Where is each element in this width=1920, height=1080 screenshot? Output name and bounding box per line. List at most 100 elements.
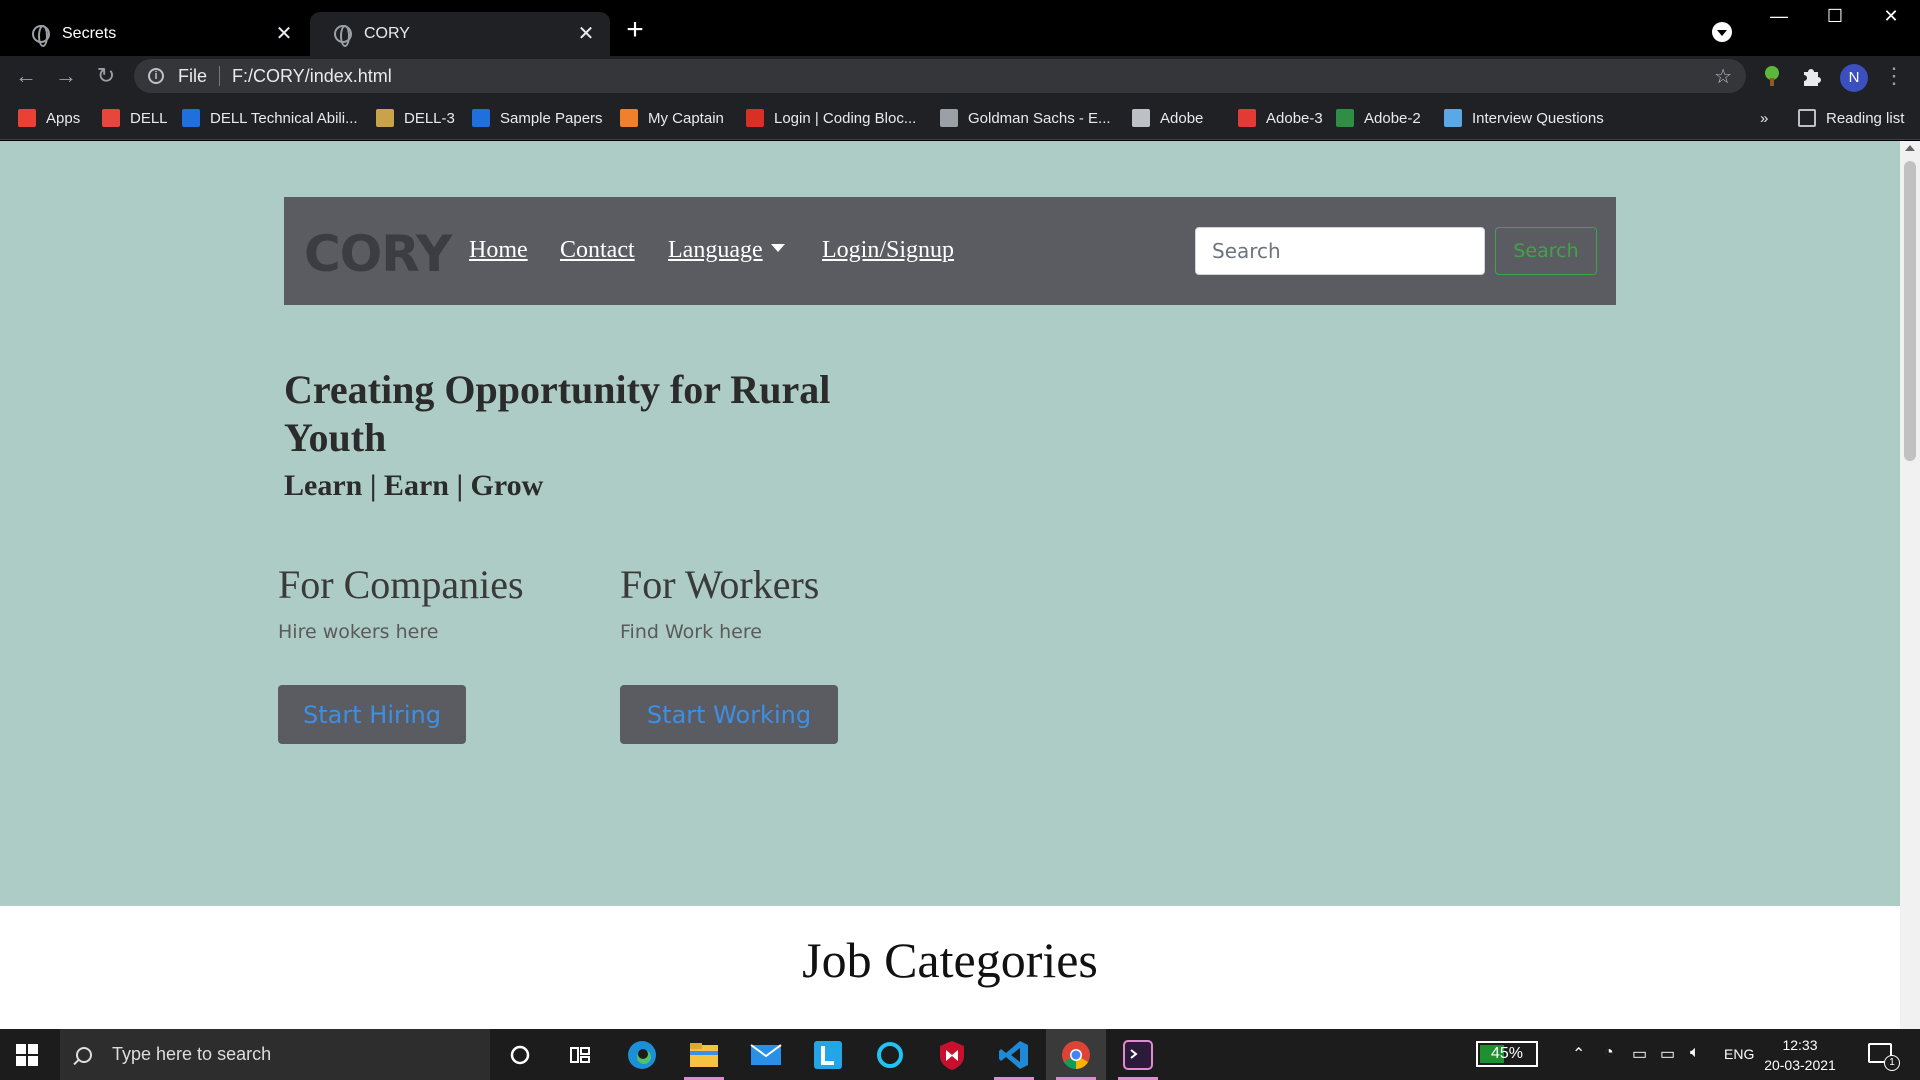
minimize-icon[interactable]: — (1756, 6, 1802, 27)
ib-icon (1444, 109, 1462, 127)
bookmarks-bar: » Reading list Apps DELL DELL Technical Ab… (0, 96, 1920, 140)
alexa-icon[interactable] (860, 1029, 920, 1080)
globe-icon (32, 25, 50, 47)
mcafee-icon[interactable] (922, 1029, 982, 1080)
dell3-icon (376, 109, 394, 127)
chevron-up-icon[interactable]: ⌃ (1572, 1044, 1585, 1064)
meet-now-icon[interactable]: ▭ (1632, 1044, 1647, 1064)
tab-search-icon[interactable] (1712, 22, 1732, 42)
bookmark-label: Sample Papers (500, 109, 603, 127)
bookmark-item[interactable]: Goldman Sachs - E... (940, 107, 1111, 129)
bookmark-star-icon[interactable]: ☆ (1714, 64, 1732, 89)
bookmark-item[interactable]: Adobe-2 (1336, 107, 1421, 129)
language-indicator[interactable]: ENG (1724, 1046, 1754, 1062)
bookmark-item[interactable]: DELL-3 (376, 107, 455, 129)
more-bookmarks-button[interactable]: » (1760, 107, 1768, 129)
bookmark-label: Adobe-3 (1266, 109, 1323, 127)
nav-home-link[interactable]: Home (469, 237, 528, 264)
extensions-puzzle-icon[interactable] (1800, 64, 1824, 88)
terminal-icon[interactable] (1108, 1029, 1168, 1080)
close-tab-icon[interactable]: ✕ (576, 24, 596, 44)
maximize-icon[interactable]: ☐ (1812, 6, 1858, 27)
bookmark-item[interactable]: DELL Technical Abili... (182, 107, 358, 129)
page-icon (1132, 109, 1150, 127)
bookmark-label: My Captain (648, 109, 724, 127)
mail-icon[interactable] (736, 1029, 796, 1080)
battery-tray-icon[interactable]: ▭ (1660, 1044, 1675, 1064)
reload-icon[interactable]: ↻ (92, 62, 120, 90)
battery-indicator[interactable]: 45% (1476, 1041, 1538, 1067)
tab-cory[interactable]: CORY ✕ (310, 12, 610, 56)
reading-list-button[interactable]: Reading list (1798, 107, 1904, 129)
new-tab-button[interactable]: + (620, 15, 650, 46)
edge-browser-icon[interactable] (612, 1029, 672, 1080)
site-brand[interactable]: CORY (304, 225, 452, 283)
nav-contact-link[interactable]: Contact (560, 237, 635, 264)
job-categories-heading: Job Categories (802, 932, 1098, 988)
start-hiring-button[interactable]: Start Hiring (278, 685, 466, 744)
search-icon (76, 1046, 92, 1063)
gfg-icon (1336, 109, 1354, 127)
bookmark-item[interactable]: Interview Questions (1444, 107, 1604, 129)
bookmark-label: Login | Coding Bloc... (774, 109, 917, 127)
scroll-up-arrow-icon[interactable] (1905, 145, 1915, 151)
nav-login-link[interactable]: Login/Signup (822, 237, 954, 264)
bookmark-item[interactable]: Apps (18, 107, 80, 129)
reading-list-label: Reading list (1826, 109, 1905, 127)
mountain-icon (940, 109, 958, 127)
start-working-button[interactable]: Start Working (620, 685, 838, 744)
close-tab-icon[interactable]: ✕ (274, 24, 294, 44)
cortana-icon[interactable] (490, 1029, 550, 1080)
search-button[interactable]: Search (1495, 227, 1597, 275)
workers-title: For Workers (620, 562, 820, 607)
y-icon (472, 109, 490, 127)
vscode-icon[interactable] (984, 1029, 1044, 1080)
nav-language-label: Language (668, 237, 763, 263)
hero-headline: Creating Opportunity for Rural Youth (284, 367, 831, 460)
bookmark-item[interactable]: Login | Coding Bloc... (746, 107, 916, 129)
back-icon[interactable]: ← (12, 62, 40, 90)
tab-title: Secrets (62, 25, 117, 42)
bookmark-item[interactable]: My Captain (620, 107, 724, 129)
menu-kebab-icon[interactable]: ⋮ (1880, 62, 1908, 90)
wifi-icon[interactable]: ◔ (1604, 1044, 1614, 1062)
bookmark-item[interactable]: DELL (102, 107, 168, 129)
apps-grid-icon (18, 109, 36, 127)
search-input[interactable]: Search (1195, 227, 1485, 275)
bookmark-label: Goldman Sachs - E... (968, 109, 1111, 127)
address-url[interactable]: F:/CORY/index.html (232, 66, 392, 87)
windows-taskbar: Type here to search 45% ⌃ ◔ ▭ ▭ 🔈︎ ENG 1… (0, 1029, 1920, 1080)
info-icon[interactable]: i (148, 68, 164, 84)
codingblocks-icon (746, 109, 764, 127)
taskbar-search-box[interactable]: Type here to search (60, 1029, 490, 1080)
chrome-icon[interactable] (1046, 1029, 1106, 1080)
tab-strip: Secrets ✕ CORY ✕ + — ☐ ✕ (0, 0, 1920, 56)
vivaldi-icon (1238, 109, 1256, 127)
forward-icon[interactable]: → (52, 62, 80, 90)
scroll-thumb[interactable] (1904, 161, 1916, 461)
task-view-icon[interactable] (550, 1029, 610, 1080)
bookmark-item[interactable]: Sample Papers (472, 107, 603, 129)
dell-icon (102, 109, 120, 127)
battery-percent: 45% (1490, 1045, 1524, 1062)
tree-extension-icon[interactable] (1760, 64, 1784, 88)
profile-avatar[interactable]: N (1840, 64, 1868, 92)
companies-title: For Companies (278, 562, 524, 607)
taskbar-search-placeholder: Type here to search (112, 1044, 272, 1064)
browser-toolbar: ← → ↻ i File F:/CORY/index.html ☆ ⋮ (0, 56, 1920, 96)
nav-language-dropdown[interactable]: Language (668, 237, 785, 264)
l-app-icon[interactable] (798, 1029, 858, 1080)
windows-start-icon[interactable] (16, 1044, 38, 1066)
bookmark-item[interactable]: Adobe-3 (1238, 107, 1323, 129)
hero-section: CORY Home Contact Language Login/Signup … (0, 141, 1900, 906)
bookmark-item[interactable]: Adobe (1132, 107, 1203, 129)
volume-icon[interactable]: 🔈︎ (1690, 1044, 1700, 1062)
tab-secrets[interactable]: Secrets ✕ (8, 12, 308, 56)
page-scrollbar[interactable] (1900, 141, 1920, 1029)
globe-icon (334, 25, 352, 47)
close-window-icon[interactable]: ✕ (1868, 6, 1914, 27)
address-bar[interactable]: i File F:/CORY/index.html ☆ (134, 59, 1746, 93)
workers-text: Find Work here (620, 621, 762, 643)
file-explorer-icon[interactable] (674, 1029, 734, 1080)
taskbar-clock[interactable]: 12:33 20-03-2021 (1760, 1035, 1840, 1075)
